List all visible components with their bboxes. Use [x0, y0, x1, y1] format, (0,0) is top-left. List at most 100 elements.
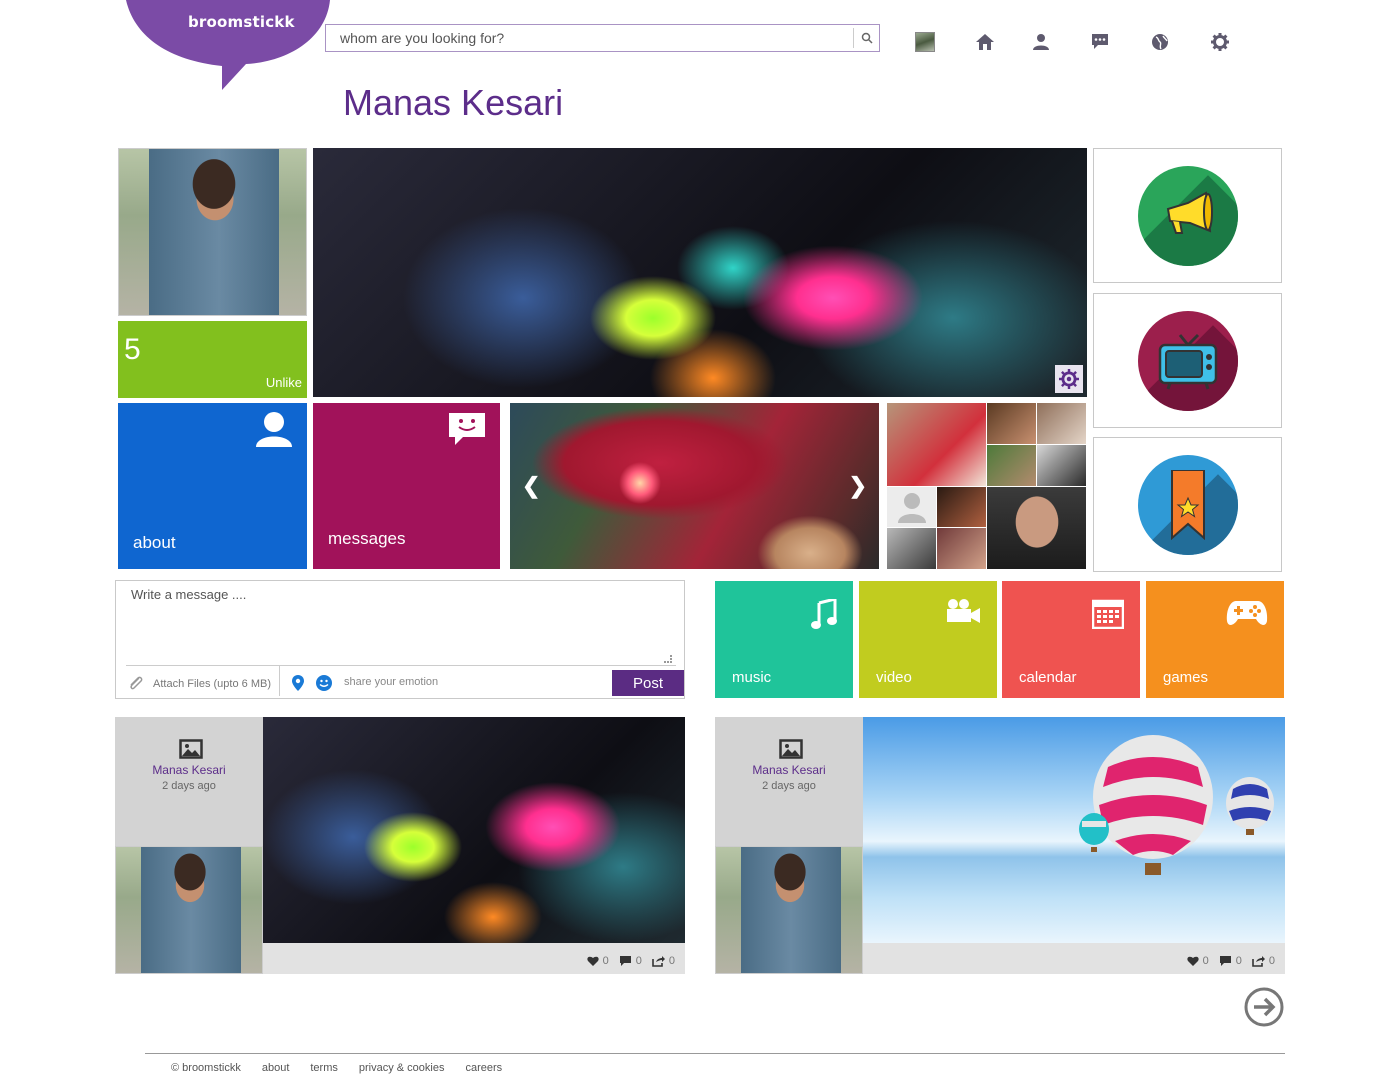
message-input[interactable] [126, 587, 676, 657]
carousel-next-icon[interactable]: ❯ [849, 473, 867, 499]
user-icon [256, 412, 292, 447]
attach-files-button[interactable]: Attach Files (upto 6 MB) [153, 678, 271, 690]
feed-post: Manas Kesari 2 days ago 0 0 0 [715, 717, 1285, 974]
author-avatar[interactable] [715, 846, 863, 974]
gamepad-icon [1226, 601, 1268, 625]
location-pin-icon[interactable] [292, 675, 304, 691]
games-tile[interactable]: games [1146, 581, 1284, 698]
friend-avatar-placeholder[interactable] [887, 486, 936, 528]
friend-avatar[interactable] [887, 403, 986, 486]
music-tile[interactable]: music [715, 581, 853, 698]
author-avatar[interactable] [115, 846, 263, 974]
friend-avatar[interactable] [937, 528, 986, 569]
footer-copyright: © broomstickk [171, 1062, 241, 1074]
gear-icon[interactable] [1208, 30, 1232, 54]
emoji-icon[interactable] [316, 675, 332, 691]
user-icon[interactable] [1029, 30, 1053, 54]
toolbar-divider [279, 666, 280, 696]
about-tile[interactable]: about [118, 403, 307, 569]
share-count: 0 [1268, 955, 1275, 967]
post-author[interactable]: Manas Kesari [115, 763, 263, 777]
cover-photo [313, 148, 1087, 397]
calendar-icon [1092, 599, 1124, 629]
footer-divider [145, 1053, 1285, 1054]
comment-icon[interactable] [1219, 955, 1232, 967]
message-smile-icon [449, 413, 485, 445]
messages-tile[interactable]: messages [313, 403, 500, 569]
post-meta: Manas Kesari 2 days ago [715, 717, 863, 846]
like-count: 5 [124, 333, 141, 366]
heart-icon[interactable] [586, 956, 599, 967]
compose-toolbar: Attach Files (upto 6 MB) share your emot… [126, 665, 684, 696]
profile-photo[interactable] [118, 148, 307, 316]
friend-avatar[interactable] [937, 486, 986, 528]
tv-icon [1137, 310, 1238, 411]
paperclip-icon [130, 676, 143, 690]
share-icon[interactable] [1252, 955, 1265, 967]
friend-avatar[interactable] [987, 403, 1036, 444]
feed-post: Manas Kesari 2 days ago 0 0 0 [115, 717, 685, 974]
default-avatar-icon [897, 492, 926, 523]
footer-terms-link[interactable]: terms [310, 1062, 338, 1074]
compose-box: Attach Files (upto 6 MB) share your emot… [115, 580, 685, 699]
footer-privacy-link[interactable]: privacy & cookies [359, 1062, 445, 1074]
footer-about-link[interactable]: about [262, 1062, 290, 1074]
heart-icon[interactable] [1186, 956, 1199, 967]
share-icon[interactable] [652, 955, 665, 967]
search-box [325, 24, 880, 52]
tv-tile[interactable] [1093, 293, 1282, 428]
home-icon[interactable] [973, 30, 997, 54]
video-tile[interactable]: video [859, 581, 997, 698]
post-photo[interactable] [863, 717, 1285, 943]
post-time: 2 days ago [762, 780, 816, 792]
friends-grid [887, 403, 1086, 569]
megaphone-icon [1137, 165, 1238, 266]
post-photo[interactable] [263, 717, 685, 943]
like-tile[interactable]: 5 Unlike [118, 321, 307, 398]
announcements-tile[interactable] [1093, 148, 1282, 283]
calendar-label: calendar [1019, 669, 1077, 686]
friend-avatar[interactable] [1037, 403, 1086, 444]
brand-name: broomstickk [188, 13, 295, 31]
image-icon [779, 739, 803, 759]
calendar-tile[interactable]: calendar [1002, 581, 1140, 698]
emotion-input[interactable]: share your emotion [344, 676, 438, 688]
cover-settings-button[interactable] [1055, 365, 1083, 393]
nav-avatar[interactable] [915, 32, 935, 52]
footer: © broomstickk about terms privacy & cook… [171, 1062, 502, 1074]
about-label: about [133, 533, 176, 552]
post-stats: 0 0 0 [1186, 955, 1275, 967]
photo-carousel: ❮ ❯ [510, 403, 879, 569]
resize-handle[interactable] [664, 655, 672, 663]
video-label: video [876, 669, 912, 686]
profile-name: Manas Kesari [343, 82, 564, 123]
chat-icon[interactable] [1088, 30, 1112, 54]
search-button[interactable] [853, 28, 879, 48]
friend-avatar[interactable] [987, 444, 1036, 486]
comment-count: 0 [1235, 955, 1242, 967]
bookmark-star-icon [1137, 454, 1238, 555]
post-button[interactable]: Post [612, 670, 684, 696]
post-author[interactable]: Manas Kesari [715, 763, 863, 777]
like-count: 0 [602, 955, 609, 967]
next-page-button[interactable] [1244, 987, 1284, 1027]
music-label: music [732, 669, 772, 686]
messages-label: messages [328, 529, 406, 548]
image-icon [179, 739, 203, 759]
bookmarks-tile[interactable] [1093, 437, 1282, 572]
search-input[interactable] [326, 25, 854, 51]
balloons-illustration [1079, 735, 1274, 875]
gear-icon [1059, 369, 1079, 389]
post-time: 2 days ago [162, 780, 216, 792]
globe-icon[interactable] [1148, 30, 1172, 54]
post-meta: Manas Kesari 2 days ago [115, 717, 263, 846]
friend-avatar[interactable] [1037, 444, 1086, 486]
carousel-prev-icon[interactable]: ❮ [522, 473, 540, 499]
comment-icon[interactable] [619, 955, 632, 967]
friend-avatar[interactable] [987, 486, 1086, 569]
friend-avatar[interactable] [887, 528, 936, 569]
music-note-icon [811, 599, 837, 629]
arrow-right-circle-icon [1244, 987, 1284, 1027]
unlike-button[interactable]: Unlike [266, 375, 302, 390]
footer-careers-link[interactable]: careers [465, 1062, 502, 1074]
